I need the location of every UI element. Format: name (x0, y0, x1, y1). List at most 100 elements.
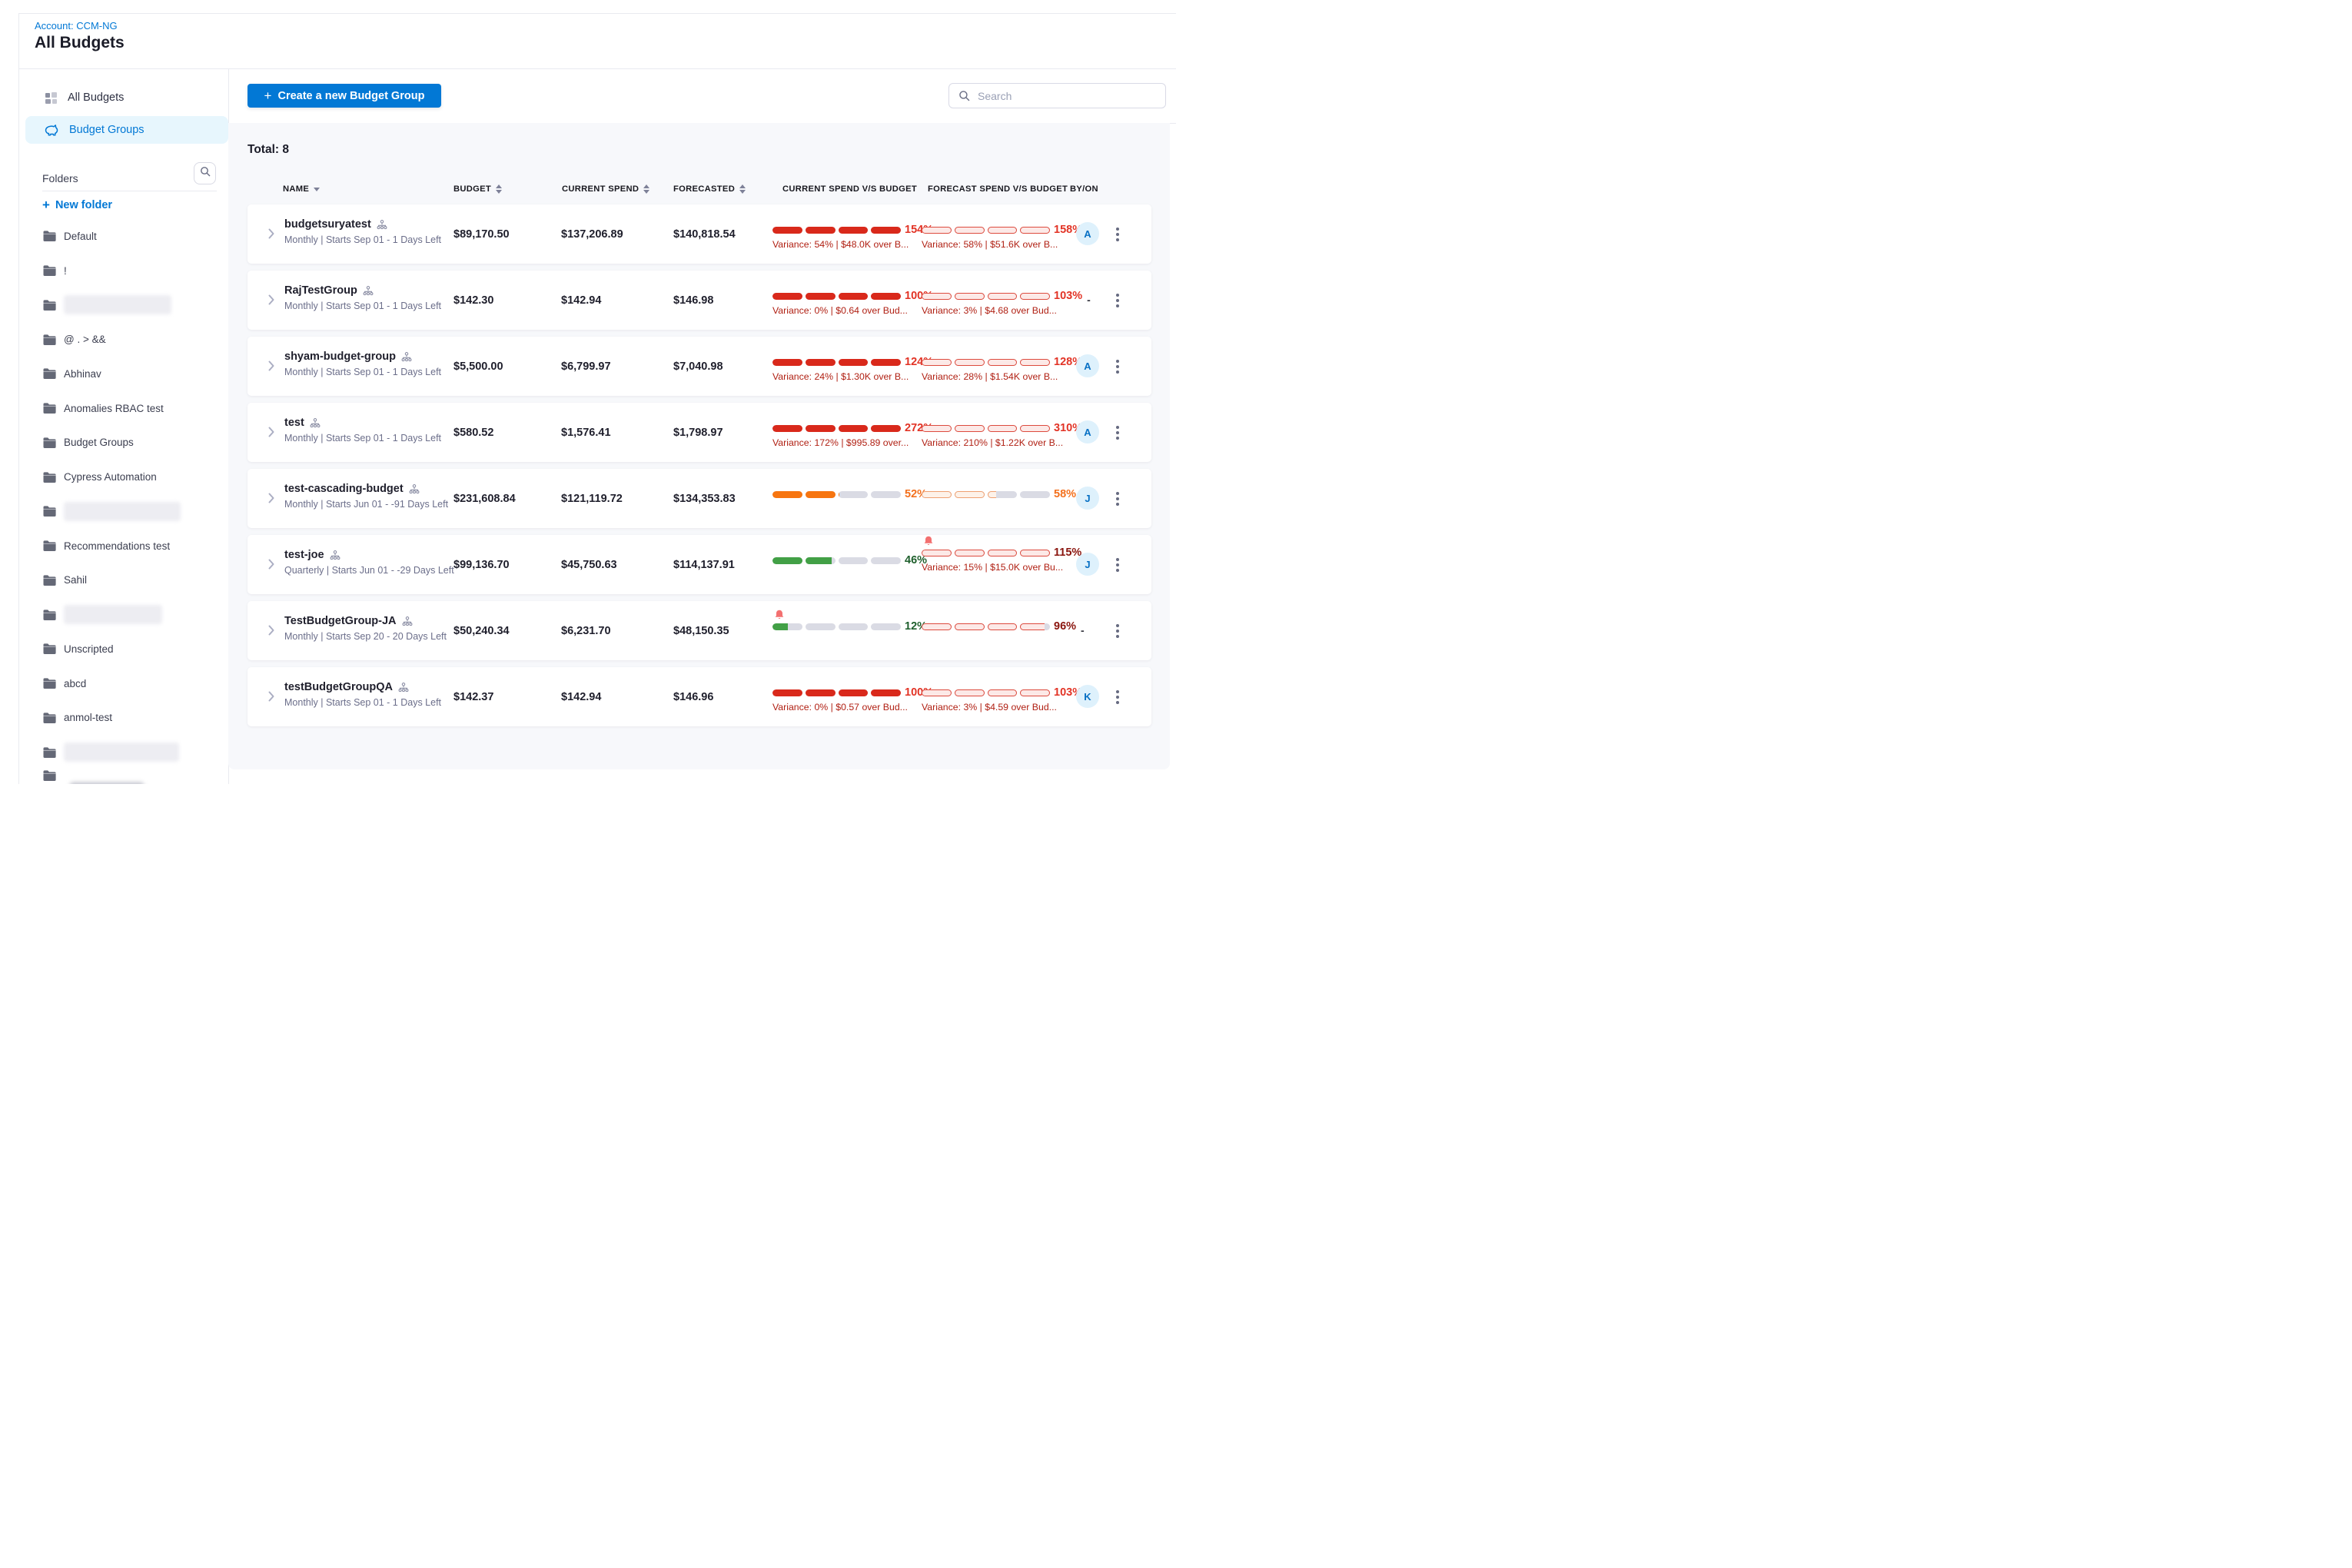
folder-icon (42, 437, 57, 449)
breadcrumb-account-link[interactable]: Account: CCM-NG (35, 20, 118, 32)
kebab-menu-icon[interactable] (1111, 553, 1124, 576)
budget-group-row[interactable]: test-joeQuarterly | Starts Jun 01 - -29 … (247, 535, 1151, 594)
folder-item[interactable]: Recommendations test (18, 529, 228, 563)
expand-chevron-icon[interactable] (268, 294, 274, 309)
column-header-forecasted[interactable]: FORECASTED (673, 184, 746, 194)
variance-label: Variance: 0% | $0.64 over Bud... (772, 305, 908, 316)
column-header-current-spend-v-s-budget[interactable]: CURRENT SPEND V/S BUDGET (782, 184, 917, 194)
current-vs-budget-cell: 12% (772, 601, 926, 660)
folder-item[interactable]: Unscripted (18, 632, 228, 666)
column-header-label: BY/ON (1070, 184, 1098, 194)
expand-chevron-icon[interactable] (268, 427, 274, 441)
expand-chevron-icon[interactable] (268, 228, 274, 243)
kebab-menu-icon[interactable] (1111, 620, 1124, 643)
by-on-cell: A (1076, 222, 1099, 245)
sort-icon (496, 184, 502, 194)
search-input[interactable] (976, 89, 1165, 103)
forecast-spend-bar (922, 425, 1050, 432)
folder-item[interactable]: anmol-test (18, 701, 228, 736)
budget-group-row[interactable]: TestBudgetGroup-JAMonthly | Starts Sep 2… (247, 601, 1151, 660)
folder-name: Abhinav (64, 368, 101, 380)
budget-value: $142.37 (453, 691, 493, 703)
expand-chevron-icon[interactable] (268, 559, 274, 573)
kebab-menu-icon[interactable] (1111, 686, 1124, 709)
budget-group-row[interactable]: RajTestGroupMonthly | Starts Sep 01 - 1 … (247, 271, 1151, 330)
variance-label: Variance: 58% | $51.6K over B... (922, 239, 1058, 250)
percent-label: 103% (1054, 290, 1082, 302)
kebab-menu-icon[interactable] (1111, 421, 1124, 444)
budget-period-label: Monthly | Starts Sep 01 - 1 Days Left (284, 234, 441, 245)
sidebar-item-all-budgets[interactable]: All Budgets (25, 84, 228, 111)
budget-value: $50,240.34 (453, 625, 510, 637)
hierarchy-icon (409, 484, 420, 494)
column-header-current-spend[interactable]: CURRENT SPEND (562, 184, 649, 194)
redacted-folder-name (64, 742, 179, 762)
column-header-by-on[interactable]: BY/ON (1070, 184, 1098, 194)
folder-item[interactable]: ! (18, 254, 228, 288)
expand-chevron-icon[interactable] (268, 691, 274, 706)
create-budget-group-button[interactable]: + Create a new Budget Group (247, 84, 441, 108)
folder-icon (42, 712, 57, 724)
folder-item[interactable]: abcd (18, 666, 228, 701)
by-on-cell: J (1076, 553, 1099, 576)
by-on-cell: K (1076, 685, 1099, 708)
kebab-menu-icon[interactable] (1111, 487, 1124, 510)
budget-group-row[interactable]: testBudgetGroupQAMonthly | Starts Sep 01… (247, 667, 1151, 726)
bar-fill (772, 557, 832, 564)
kebab-menu-icon[interactable] (1111, 355, 1124, 378)
kebab-menu-icon[interactable] (1111, 289, 1124, 312)
column-header-name[interactable]: NAME (283, 184, 320, 194)
sidebar-item-budget-groups[interactable]: Budget Groups (25, 116, 228, 144)
budget-group-row[interactable]: test-cascading-budgetMonthly | Starts Ju… (247, 469, 1151, 528)
variance-label: Variance: 0% | $0.57 over Bud... (772, 702, 908, 713)
budget-period-label: Monthly | Starts Sep 01 - 1 Days Left (284, 301, 441, 311)
forecast-spend-bar (922, 689, 1050, 696)
column-header-forecast-spend-v-s-budget[interactable]: FORECAST SPEND V/S BUDGET (928, 184, 1068, 194)
kebab-menu-icon[interactable] (1111, 223, 1124, 246)
folder-icon (42, 574, 57, 586)
folder-icon (42, 367, 57, 380)
folder-item[interactable] (18, 769, 228, 784)
sort-icon (739, 184, 746, 194)
bell-icon (924, 536, 933, 546)
variance-label: Variance: 54% | $48.0K over B... (772, 239, 909, 250)
folder-name: Recommendations test (64, 540, 170, 552)
budget-value: $580.52 (453, 427, 493, 439)
bar-fill (922, 425, 1050, 432)
column-header-label: CURRENT SPEND (562, 184, 639, 194)
budget-group-row[interactable]: testMonthly | Starts Sep 01 - 1 Days Lef… (247, 403, 1151, 462)
folder-search-button[interactable] (194, 162, 216, 184)
create-budget-group-label: Create a new Budget Group (277, 90, 424, 102)
bar-fill (772, 689, 901, 696)
budget-period-label: Monthly | Starts Sep 01 - 1 Days Left (284, 367, 441, 377)
expand-chevron-icon[interactable] (268, 493, 274, 507)
plus-icon: + (264, 89, 272, 102)
folder-item[interactable] (18, 494, 228, 529)
folder-item[interactable] (18, 735, 228, 769)
folder-name: Sahil (64, 574, 87, 586)
folder-item[interactable]: @ . > && (18, 322, 228, 357)
folder-item[interactable]: Default (18, 219, 228, 254)
current-spend-bar (772, 491, 901, 498)
folder-item[interactable] (18, 597, 228, 632)
folder-item[interactable]: Budget Groups (18, 426, 228, 460)
folder-item[interactable]: Anomalies RBAC test (18, 391, 228, 426)
current-spend-value: $45,750.63 (561, 559, 617, 571)
budget-group-name-cell: RajTestGroupMonthly | Starts Sep 01 - 1 … (284, 284, 441, 311)
folder-item[interactable]: Abhinav (18, 357, 228, 391)
column-header-budget[interactable]: BUDGET (453, 184, 502, 194)
folder-item[interactable]: Cypress Automation (18, 460, 228, 494)
expand-chevron-icon[interactable] (268, 625, 274, 639)
folder-icon (42, 769, 57, 782)
avatar: A (1076, 222, 1099, 245)
folder-item[interactable] (18, 288, 228, 323)
bar-fill (772, 623, 788, 630)
by-on-cell: J (1076, 487, 1099, 510)
folder-item[interactable]: Sahil (18, 563, 228, 598)
budget-period-label: Quarterly | Starts Jun 01 - -29 Days Lef… (284, 565, 454, 576)
budget-group-row[interactable]: budgetsuryatestMonthly | Starts Sep 01 -… (247, 204, 1151, 264)
budget-group-row[interactable]: shyam-budget-groupMonthly | Starts Sep 0… (247, 337, 1151, 396)
new-folder-button[interactable]: + New folder (42, 198, 112, 211)
budget-group-list: budgetsuryatestMonthly | Starts Sep 01 -… (247, 204, 1151, 733)
expand-chevron-icon[interactable] (268, 360, 274, 375)
